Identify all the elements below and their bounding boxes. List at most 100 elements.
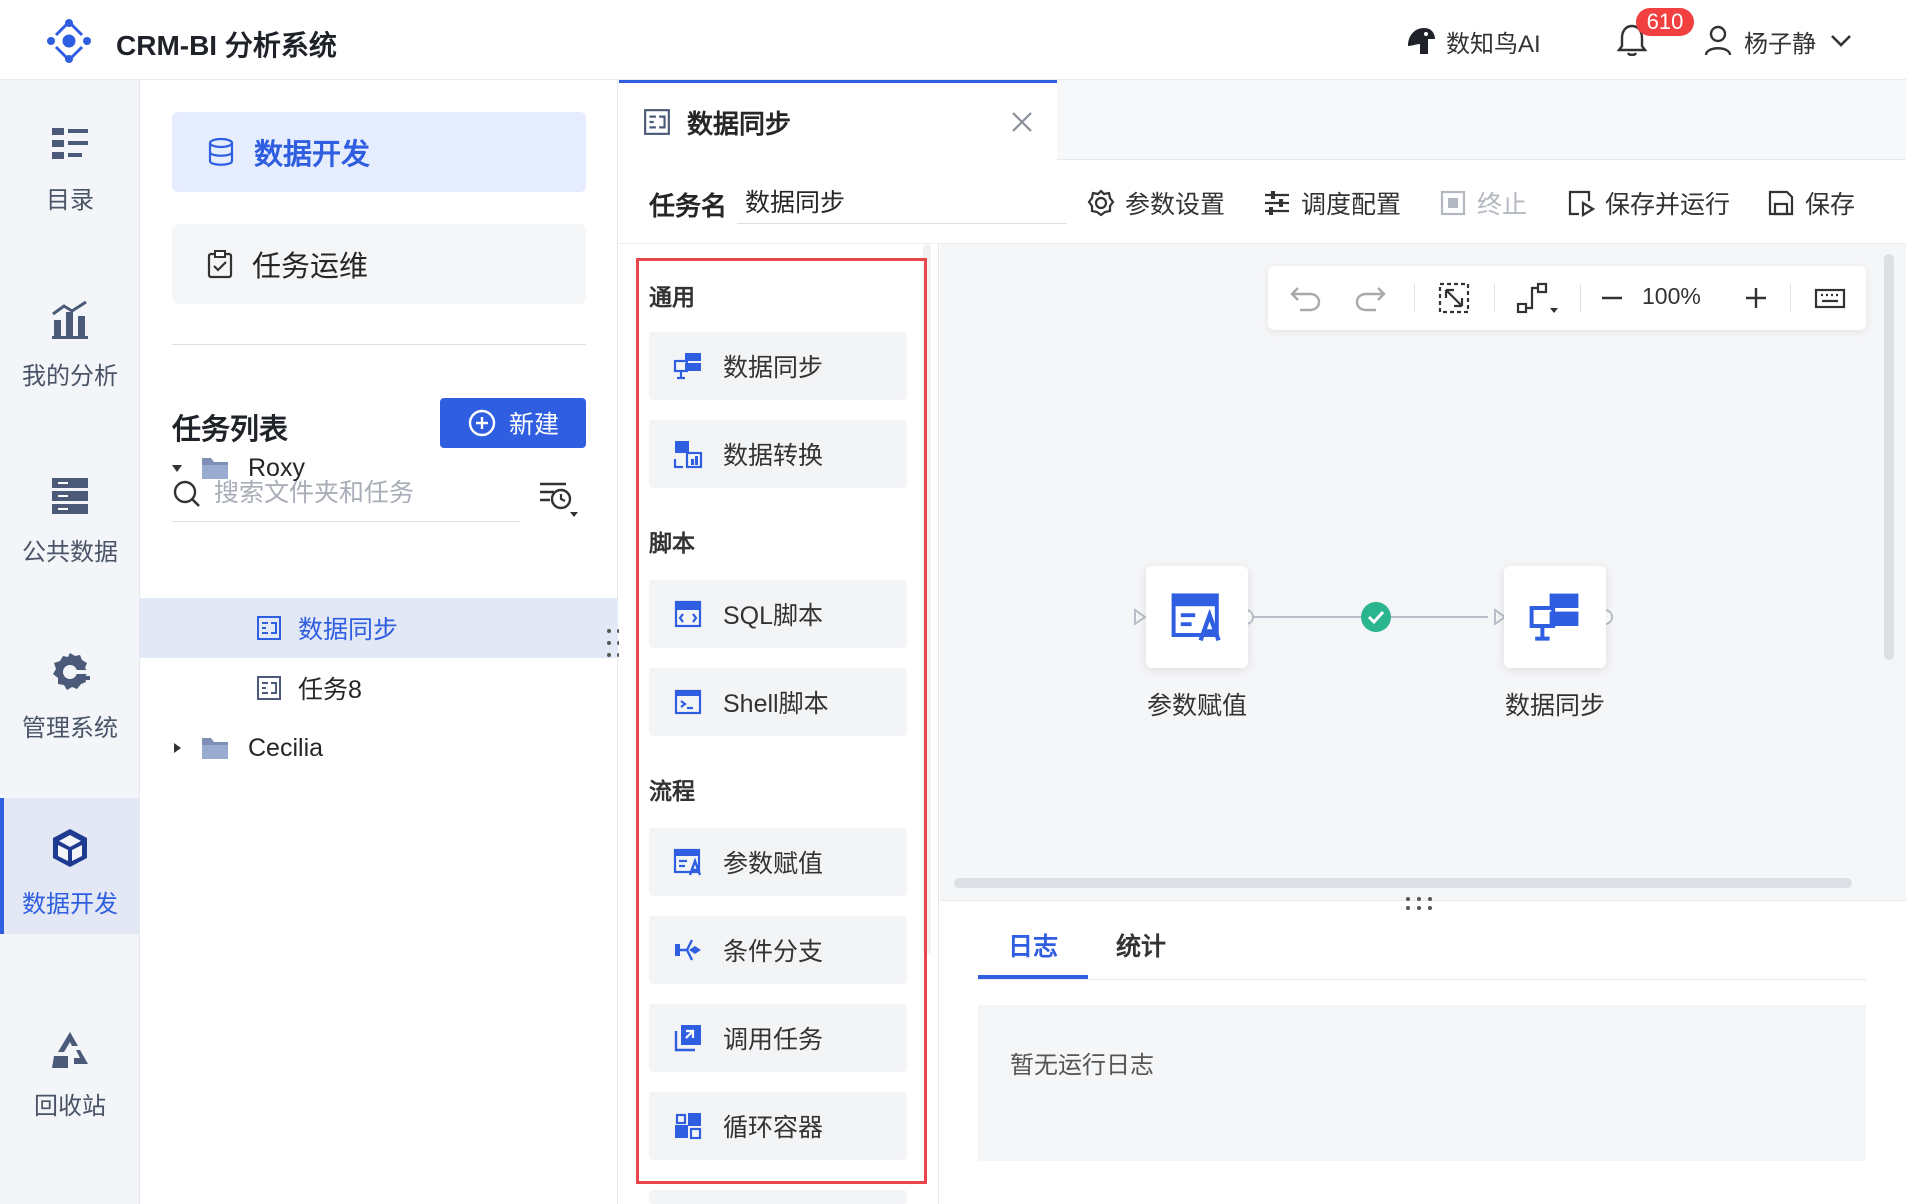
data-sync-icon: [673, 353, 701, 380]
tab-label: 数据同步: [687, 108, 792, 139]
node-palette: 通用 数据同步 数据转换 脚本 SQL脚本 Shell脚本 流程 参数赋值 条件…: [619, 244, 939, 1204]
rail-label: 我的分析: [22, 363, 118, 390]
close-icon[interactable]: [1009, 109, 1035, 135]
palette-item-data-transform[interactable]: 数据转换: [649, 420, 907, 488]
param-settings-button[interactable]: 参数设置: [1087, 184, 1225, 222]
tree-folder-cecilia[interactable]: Cecilia: [140, 718, 618, 778]
rail-item-public-data[interactable]: 公共数据: [0, 446, 140, 582]
input-port: [1134, 608, 1147, 626]
flow-node-param-assign[interactable]: [1146, 566, 1248, 668]
param-settings-label: 参数设置: [1125, 191, 1226, 219]
tree-task-8[interactable]: 任务8: [140, 658, 618, 718]
palette-item-loop-container[interactable]: 循环容器: [649, 1092, 907, 1160]
user-name: 杨子静: [1744, 30, 1816, 58]
gear-icon: [1087, 189, 1115, 217]
palette-scrollbar[interactable]: [923, 244, 931, 954]
editor-tab-bar: 数据同步: [619, 80, 1906, 161]
tab-log[interactable]: 日志: [1008, 927, 1058, 963]
flow-node-data-sync[interactable]: [1504, 566, 1606, 668]
task-name-input[interactable]: [737, 178, 1067, 224]
param-assign-icon: [1171, 593, 1221, 642]
user-menu[interactable]: 杨子静: [1704, 22, 1854, 60]
notification-badge: 610: [1636, 8, 1694, 36]
log-content: 暂无运行日志: [978, 1005, 1866, 1161]
rail-label: 目录: [46, 187, 94, 214]
task-name-label: 任务名: [649, 191, 728, 221]
folder-icon: [202, 738, 228, 759]
call-task-icon: [674, 1025, 701, 1052]
branch-icon: [675, 939, 701, 961]
chevron-down-icon: [1831, 35, 1851, 47]
palette-group-title: 流程: [649, 778, 695, 804]
caret-down-icon: [172, 465, 182, 472]
flow-node-label: 数据同步: [1504, 692, 1605, 720]
tree-task-data-sync[interactable]: 数据同步: [140, 598, 618, 658]
tree-folder-roxy[interactable]: Roxy: [140, 438, 618, 498]
app-logo-icon: [47, 19, 91, 63]
flow-node-label: 参数赋值: [1146, 692, 1247, 720]
rail-label: 公共数据: [22, 539, 118, 566]
palette-item-condition-branch[interactable]: 条件分支: [649, 916, 907, 984]
database-icon: [52, 478, 88, 514]
tree-label: Roxy: [248, 453, 305, 482]
menu-label: 数据开发: [254, 139, 371, 171]
tree-label: Cecilia: [248, 733, 324, 762]
palette-item-param-assign[interactable]: 参数赋值: [649, 828, 907, 896]
stop-button[interactable]: 终止: [1439, 184, 1527, 222]
save-run-icon: [1568, 190, 1595, 217]
palette-group-title: 通用: [649, 284, 695, 310]
flow-canvas[interactable]: 100% 参数赋值 数据同步: [940, 244, 1906, 900]
task-toolbar: 任务名 参数设置 调度配置 终止 保存并运行 保存: [619, 160, 1906, 244]
user-icon: [1704, 25, 1732, 56]
param-assign-icon: [673, 848, 702, 876]
sql-icon: [674, 600, 702, 628]
cube-icon: [53, 829, 87, 867]
clipboard-check-icon: [207, 250, 233, 279]
stop-icon: [1440, 190, 1466, 216]
log-pane: 日志 统计 暂无运行日志: [940, 897, 1906, 1204]
tab-data-sync[interactable]: 数据同步: [619, 80, 1057, 161]
rail-label: 管理系统: [22, 715, 118, 742]
rail-label: 回收站: [34, 1093, 106, 1120]
pane-resize-handle[interactable]: [1402, 895, 1442, 911]
data-sync-icon: [1529, 593, 1579, 641]
rail-item-my-analysis[interactable]: 我的分析: [0, 270, 140, 406]
rail-item-admin[interactable]: 管理系统: [0, 622, 140, 758]
palette-item-shell-script[interactable]: Shell脚本: [649, 668, 907, 736]
canvas-horizontal-scrollbar[interactable]: [954, 878, 1852, 888]
schedule-config-label: 调度配置: [1301, 191, 1402, 219]
tab-divider: [978, 979, 1866, 980]
save-and-run-button[interactable]: 保存并运行: [1567, 184, 1730, 222]
palette-item-sql-script[interactable]: SQL脚本: [649, 580, 907, 648]
rail-item-recycle-bin[interactable]: 回收站: [0, 1000, 140, 1136]
empty-log-text: 暂无运行日志: [1010, 1052, 1154, 1079]
task-file-icon: [257, 676, 281, 700]
loop-container-icon: [675, 1113, 702, 1140]
database-stack-icon: [208, 137, 234, 166]
stop-label: 终止: [1477, 191, 1528, 219]
task-file-icon: [257, 616, 281, 640]
palette-item-label: Shell脚本: [723, 690, 829, 718]
save-and-run-label: 保存并运行: [1605, 191, 1731, 219]
tree-label: 数据同步: [298, 616, 399, 644]
save-button[interactable]: 保存: [1767, 184, 1855, 222]
tab-stats[interactable]: 统计: [1116, 927, 1166, 963]
menu-task-ops[interactable]: 任务运维: [172, 224, 586, 304]
data-transform-icon: [673, 441, 703, 469]
palette-item-label: 条件分支: [723, 938, 824, 966]
recycle-icon: [52, 1032, 88, 1068]
rail-item-data-dev[interactable]: 数据开发: [0, 798, 140, 934]
palette-item-label: 数据转换: [723, 442, 824, 470]
menu-label: 任务运维: [252, 251, 369, 283]
palette-item-label: 数据同步: [723, 354, 824, 382]
palette-item-data-sync[interactable]: 数据同步: [649, 332, 907, 400]
divider: [172, 344, 586, 345]
palette-item-more[interactable]: [649, 1190, 907, 1204]
menu-data-dev[interactable]: 数据开发: [172, 112, 586, 192]
ai-assistant-button[interactable]: 数知鸟AI: [1404, 22, 1541, 60]
canvas-vertical-scrollbar[interactable]: [1884, 254, 1894, 660]
left-nav-rail: 目录 我的分析 公共数据 管理系统 数据开发 回收站: [0, 80, 140, 1204]
schedule-config-button[interactable]: 调度配置: [1263, 184, 1401, 222]
palette-item-call-task[interactable]: 调用任务: [649, 1004, 907, 1072]
rail-item-catalog[interactable]: 目录: [0, 94, 140, 230]
